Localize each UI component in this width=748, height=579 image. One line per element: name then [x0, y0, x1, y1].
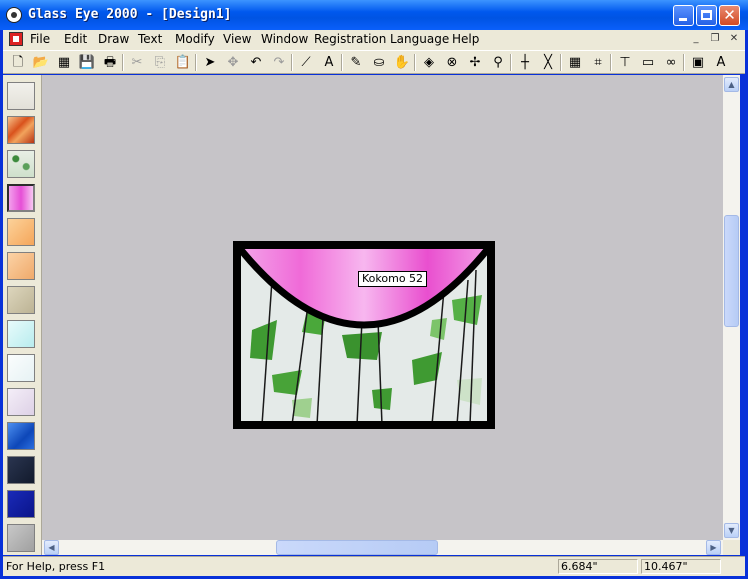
toolbar-separator [291, 54, 293, 71]
status-bar: For Help, press F1 6.684" 10.467" [3, 556, 745, 576]
toolbar-separator [510, 54, 512, 71]
swatch-blue[interactable] [7, 422, 35, 450]
menu-registration[interactable]: Registration [314, 32, 386, 46]
maximize-icon [701, 10, 712, 20]
swatch-dark-navy[interactable] [7, 456, 35, 484]
title-bar[interactable]: Glass Eye 2000 - [Design1] ✕ [0, 0, 748, 30]
new-icon[interactable]: 🗋 [9, 54, 27, 71]
draw-curve-icon[interactable]: ⟋ [297, 54, 315, 71]
swatch-white[interactable] [7, 354, 35, 382]
hand-icon[interactable]: ✋ [393, 54, 411, 71]
stained-glass-design[interactable] [232, 240, 496, 430]
swatch-lavender[interactable] [7, 388, 35, 416]
scroll-left-icon[interactable]: ◀ [44, 540, 59, 555]
document-menu-icon[interactable] [9, 32, 23, 46]
pan-icon[interactable]: ✥ [224, 54, 242, 71]
vertical-scrollbar[interactable]: ▲ ▼ [723, 75, 740, 540]
swatch-green-fracture[interactable] [7, 150, 35, 178]
center-icon[interactable]: ⊗ [443, 54, 461, 71]
link-icon[interactable]: ∞ [662, 54, 680, 71]
glass-eye-app-icon[interactable] [6, 7, 22, 23]
pencil-icon[interactable]: ✎ [347, 54, 365, 71]
menu-text[interactable]: Text [138, 32, 162, 46]
menu-edit[interactable]: Edit [64, 32, 87, 46]
toolbar: 🗋 📂 ▦ 💾 🖶 ✂ ⎘ 📋 ➤ ✥ ↶ ↷ ⟋ A ✎ ⛀ ✋ ◈ ⊗ ✢ ⚲ ┼ ╳ ▦ ⌗ ⊤ ▭ ∞ ▣ A [3, 50, 745, 74]
menu-draw[interactable]: Draw [98, 32, 129, 46]
minimize-button[interactable] [673, 5, 694, 26]
swatch-grey[interactable] [7, 524, 35, 552]
redo-icon[interactable]: ↷ [270, 54, 288, 71]
cut-icon[interactable]: ✂ [128, 54, 146, 71]
move-icon[interactable]: ✢ [466, 54, 484, 71]
toolbar-separator [610, 54, 612, 71]
swatch-light-orange[interactable] [7, 218, 35, 246]
stamp-icon[interactable]: ⛀ [370, 54, 388, 71]
app-window: Glass Eye 2000 - [Design1] ✕ File Edit D… [0, 0, 748, 579]
abc-icon[interactable]: A [712, 54, 730, 71]
scroll-right-icon[interactable]: ▶ [706, 540, 721, 555]
crosshair-icon[interactable]: ┼ [516, 54, 534, 71]
swatch-tan[interactable] [7, 286, 35, 314]
menu-language[interactable]: Language [390, 32, 449, 46]
save-icon[interactable]: 💾 [78, 54, 96, 71]
scroll-up-icon[interactable]: ▲ [724, 77, 739, 92]
paste-icon[interactable]: 📋 [174, 54, 192, 71]
toolbar-separator [122, 54, 124, 71]
maximize-button[interactable] [696, 5, 717, 26]
grid-design-icon[interactable]: ▦ [55, 54, 73, 71]
scroll-down-icon[interactable]: ▼ [724, 523, 739, 538]
close-button[interactable]: ✕ [719, 5, 740, 26]
toolbar-separator [414, 54, 416, 71]
scroll-corner [723, 540, 740, 555]
status-help-text: For Help, press F1 [6, 560, 106, 573]
menu-window[interactable]: Window [261, 32, 308, 46]
swatch-peach[interactable] [7, 252, 35, 280]
menu-file[interactable]: File [30, 32, 50, 46]
vertical-scroll-thumb[interactable] [724, 215, 739, 327]
minimize-icon [679, 18, 687, 21]
copy-icon[interactable]: ⎘ [151, 54, 169, 71]
toolbar-separator [195, 54, 197, 71]
status-y-coordinate: 10.467" [641, 559, 721, 574]
zoom-icon[interactable]: ⚲ [489, 54, 507, 71]
swatch-cobalt[interactable] [7, 490, 35, 518]
grid-icon[interactable]: ▦ [566, 54, 584, 71]
mdi-minimize-icon[interactable]: _ [689, 32, 703, 46]
pattern-icon[interactable]: ▣ [689, 54, 707, 71]
select-icon[interactable]: ➤ [201, 54, 219, 71]
swatch-pink[interactable] [7, 184, 35, 212]
menu-bar: File Edit Draw Text Modify View Window R… [3, 30, 745, 50]
status-x-coordinate: 6.684" [558, 559, 638, 574]
menu-help[interactable]: Help [452, 32, 479, 46]
menu-modify[interactable]: Modify [175, 32, 215, 46]
close-icon: ✕ [723, 6, 736, 24]
window-title: Glass Eye 2000 - [Design1] [28, 7, 232, 22]
text-icon[interactable]: A [320, 54, 338, 71]
toolbar-separator [683, 54, 685, 71]
horizontal-scroll-thumb[interactable] [276, 540, 438, 555]
snap-grid-icon[interactable]: ⌗ [589, 54, 607, 71]
swatch-clear[interactable] [7, 82, 35, 110]
swatch-aqua[interactable] [7, 320, 35, 348]
design-canvas[interactable]: Kokomo 52 [42, 75, 723, 540]
open-icon[interactable]: 📂 [32, 54, 50, 71]
toolbar-separator [560, 54, 562, 71]
ruler-icon[interactable]: ▭ [639, 54, 657, 71]
toolbar-separator [341, 54, 343, 71]
glass-palette [3, 75, 42, 555]
menu-view[interactable]: View [223, 32, 251, 46]
cross-icon[interactable]: ╳ [539, 54, 557, 71]
horizontal-scrollbar[interactable]: ◀ ▶ [42, 540, 723, 555]
swatch-orange-streaky[interactable] [7, 116, 35, 144]
undo-icon[interactable]: ↶ [247, 54, 265, 71]
glass-tooltip: Kokomo 52 [358, 271, 428, 287]
mdi-restore-icon[interactable]: ❐ [708, 32, 722, 46]
dimension-icon[interactable]: ⊤ [616, 54, 634, 71]
mdi-close-icon[interactable]: ✕ [727, 32, 741, 46]
print-icon[interactable]: 🖶 [101, 54, 119, 71]
fill-icon[interactable]: ◈ [420, 54, 438, 71]
